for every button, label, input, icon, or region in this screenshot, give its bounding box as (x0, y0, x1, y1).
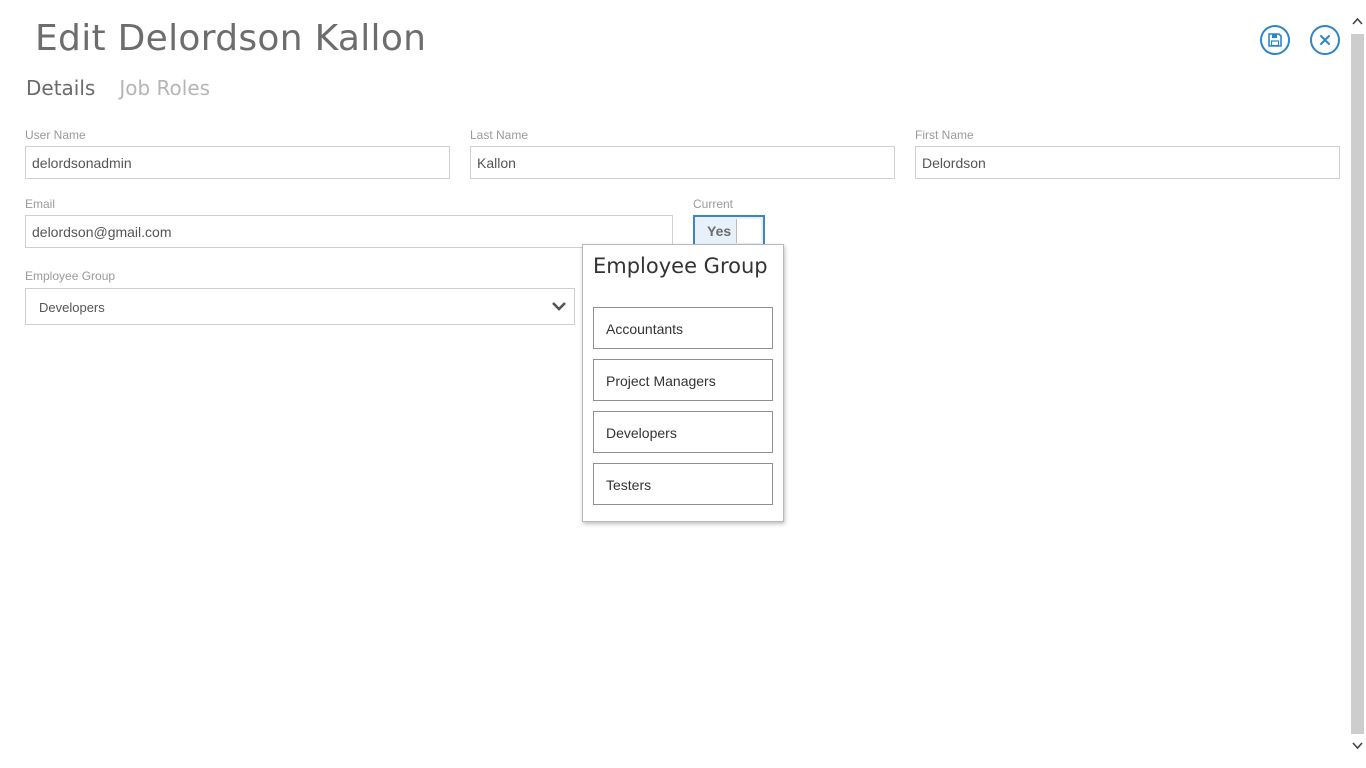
tab-job-roles[interactable]: Job Roles (119, 76, 210, 100)
option-project-managers[interactable]: Project Managers (593, 359, 773, 401)
option-label: Developers (606, 425, 677, 441)
vertical-scrollbar[interactable] (1349, 0, 1366, 768)
tab-details[interactable]: Details (26, 76, 95, 100)
option-label: Accountants (606, 321, 684, 337)
scroll-down-icon[interactable] (1351, 739, 1364, 752)
current-label: Current (693, 197, 734, 211)
employee-group-label: Employee Group (25, 269, 116, 283)
first-name-label: First Name (915, 128, 974, 142)
tab-bar: Details Job Roles (26, 76, 210, 100)
toggle-knob (736, 219, 761, 243)
current-toggle[interactable]: Yes (693, 215, 765, 247)
close-icon (1320, 35, 1330, 45)
email-field[interactable] (25, 215, 673, 248)
option-testers[interactable]: Testers (593, 463, 773, 505)
popup-title: Employee Group (593, 254, 768, 278)
last-name-field[interactable] (470, 146, 895, 179)
page-title: Edit Delordson Kallon (35, 18, 427, 59)
save-button[interactable] (1260, 25, 1290, 55)
scroll-thumb[interactable] (1351, 34, 1364, 734)
option-label: Project Managers (606, 373, 716, 389)
username-field[interactable] (25, 146, 450, 179)
chevron-down-icon (552, 302, 566, 311)
email-label: Email (25, 197, 56, 211)
username-label: User Name (25, 128, 86, 142)
save-icon (1268, 33, 1282, 47)
employee-group-selected-value: Developers (39, 300, 105, 315)
first-name-field[interactable] (915, 146, 1340, 179)
toggle-value: Yes (707, 223, 732, 239)
last-name-label: Last Name (470, 128, 529, 142)
option-developers[interactable]: Developers (593, 411, 773, 453)
scroll-up-icon[interactable] (1351, 15, 1364, 28)
employee-group-popup: Employee Group Accountants Project Manag… (582, 244, 784, 522)
employee-group-select[interactable]: Developers (25, 288, 575, 325)
option-accountants[interactable]: Accountants (593, 307, 773, 349)
close-button[interactable] (1310, 25, 1340, 55)
option-label: Testers (606, 477, 652, 493)
